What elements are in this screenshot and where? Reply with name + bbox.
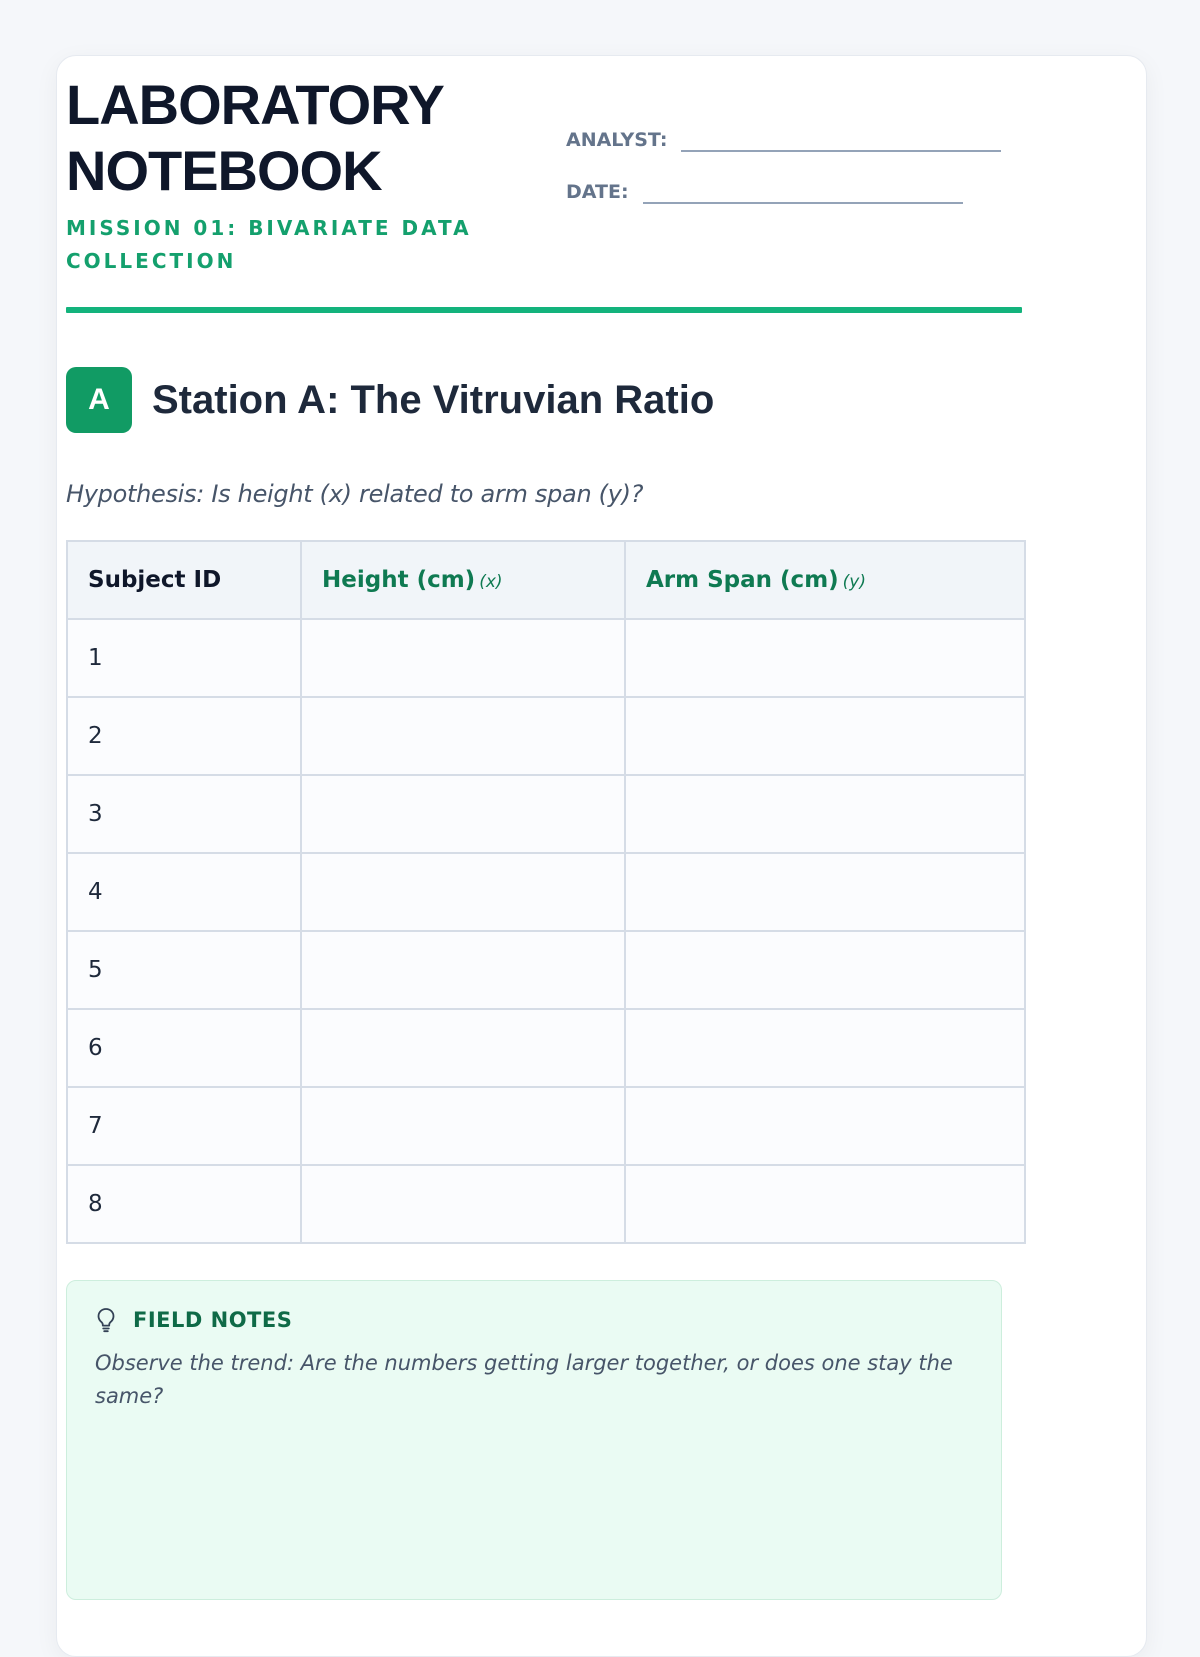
subject-id-cell: 3 bbox=[66, 774, 302, 854]
analyst-field[interactable] bbox=[681, 126, 1002, 152]
height-input-cell[interactable] bbox=[300, 930, 626, 1010]
table-header-row: Subject ID Height (cm) (x) Arm Span (cm)(… bbox=[66, 540, 1026, 620]
page-title: LABORATORY NOTEBOOK bbox=[66, 73, 445, 202]
mission-subtitle: MISSION 01: BIVARIATE DATA COLLECTION bbox=[66, 216, 472, 273]
analyst-label: ANALYST: bbox=[566, 129, 668, 151]
hypothesis-text: Hypothesis: Is height (x) related to arm… bbox=[66, 480, 644, 508]
header-arm-span: Arm Span (cm) (y) bbox=[624, 540, 1026, 620]
arm-span-input-cell[interactable] bbox=[624, 618, 1026, 698]
table-row: 7 bbox=[66, 1086, 1026, 1166]
arm-span-input-cell[interactable] bbox=[624, 1008, 1026, 1088]
field-notes-box: FIELD NOTES Observe the trend: Are the n… bbox=[66, 1280, 1002, 1600]
field-notes-text: Observe the trend: Are the numbers getti… bbox=[95, 1351, 953, 1408]
subject-id-cell: 4 bbox=[66, 852, 302, 932]
header-subject-id: Subject ID bbox=[66, 540, 302, 620]
arm-span-input-cell[interactable] bbox=[624, 774, 1026, 854]
height-input-cell[interactable] bbox=[300, 1008, 626, 1088]
height-input-cell[interactable] bbox=[300, 696, 626, 776]
header-height: Height (cm) (x) bbox=[300, 540, 626, 620]
subject-id-cell: 1 bbox=[66, 618, 302, 698]
table-row: 1 bbox=[66, 618, 1026, 698]
header-height-label: Height (cm) bbox=[322, 567, 476, 593]
station-badge: A bbox=[66, 367, 132, 433]
notebook-header: LABORATORY NOTEBOOK MISSION 01: BIVARIAT… bbox=[66, 72, 1022, 302]
header-arm-span-var: (y) bbox=[842, 572, 866, 592]
height-input-cell[interactable] bbox=[300, 618, 626, 698]
data-table: Subject ID Height (cm) (x) Arm Span (cm)(… bbox=[66, 540, 1026, 1244]
header-arm-span-label: Arm Span (cm) bbox=[646, 567, 839, 593]
height-input-cell[interactable] bbox=[300, 852, 626, 932]
analyst-row: ANALYST: bbox=[566, 126, 1002, 152]
height-input-cell[interactable] bbox=[300, 774, 626, 854]
arm-span-input-cell[interactable] bbox=[624, 1164, 1026, 1244]
header-divider bbox=[66, 307, 1022, 313]
station-heading: A Station A: The Vitruvian Ratio bbox=[66, 367, 714, 433]
header-subject-id-label: Subject ID bbox=[88, 567, 222, 593]
date-label: DATE: bbox=[566, 181, 629, 203]
table-row: 5 bbox=[66, 930, 1026, 1010]
date-row: DATE: bbox=[566, 178, 963, 204]
lightbulb-icon bbox=[97, 1308, 115, 1333]
subject-id-cell: 2 bbox=[66, 696, 302, 776]
station-title: Station A: The Vitruvian Ratio bbox=[152, 377, 715, 422]
header-height-var: (x) bbox=[479, 572, 503, 592]
date-field[interactable] bbox=[642, 178, 963, 204]
table-row: 4 bbox=[66, 852, 1026, 932]
height-input-cell[interactable] bbox=[300, 1086, 626, 1166]
table-row: 8 bbox=[66, 1164, 1026, 1244]
table-row: 2 bbox=[66, 696, 1026, 776]
field-notes-title: FIELD NOTES bbox=[133, 1308, 293, 1332]
subject-id-cell: 6 bbox=[66, 1008, 302, 1088]
arm-span-input-cell[interactable] bbox=[624, 696, 1026, 776]
arm-span-input-cell[interactable] bbox=[624, 1086, 1026, 1166]
subject-id-cell: 5 bbox=[66, 930, 302, 1010]
height-input-cell[interactable] bbox=[300, 1164, 626, 1244]
title-block: LABORATORY NOTEBOOK MISSION 01: BIVARIAT… bbox=[66, 72, 536, 278]
arm-span-input-cell[interactable] bbox=[624, 852, 1026, 932]
table-row: 3 bbox=[66, 774, 1026, 854]
subject-id-cell: 8 bbox=[66, 1164, 302, 1244]
arm-span-input-cell[interactable] bbox=[624, 930, 1026, 1010]
table-row: 6 bbox=[66, 1008, 1026, 1088]
subject-id-cell: 7 bbox=[66, 1086, 302, 1166]
field-notes-header: FIELD NOTES bbox=[95, 1307, 1001, 1333]
